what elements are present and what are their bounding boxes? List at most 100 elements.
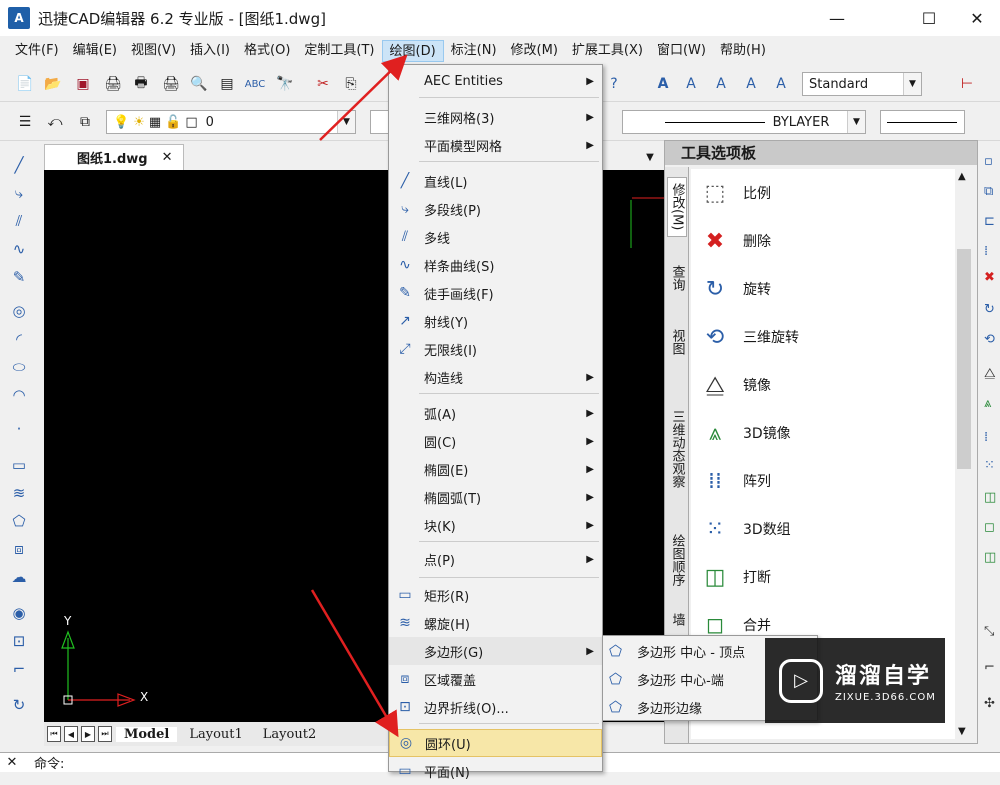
first-tab-icon[interactable]: ⏮ <box>47 726 61 742</box>
save-icon[interactable]: ▣ <box>72 73 94 95</box>
menu-item-3d-mesh[interactable]: 三维网格(3) ▶ <box>389 103 602 131</box>
donut-icon[interactable]: ◉ <box>8 602 30 624</box>
menu-item-circle[interactable]: 圆(C) ▶ <box>389 427 602 455</box>
copy-object-icon[interactable]: ⧉ <box>984 184 993 199</box>
tab-draw-order[interactable]: 绘图顺序 <box>667 525 687 595</box>
tab-layout1[interactable]: Layout1 <box>181 727 250 742</box>
text-style-icon[interactable]: A <box>652 73 674 95</box>
fillet-icon[interactable]: ⌐ <box>984 660 995 675</box>
menu-help[interactable]: 帮助(H) <box>713 40 773 62</box>
polyline-icon[interactable]: ⤷ <box>8 182 30 204</box>
maximize-button[interactable]: ☐ <box>906 0 952 36</box>
plot-icon[interactable]: 🖶 <box>130 73 152 95</box>
tab-model[interactable]: Model <box>116 726 178 742</box>
menu-item-ray[interactable]: ↗ 射线(Y) <box>389 307 602 335</box>
stretch-icon[interactable]: ⤡ <box>984 624 994 639</box>
erase-icon[interactable]: ▫ <box>984 154 993 169</box>
tab-wall[interactable]: 墙 <box>667 607 687 631</box>
palette-item-break[interactable]: ◫ 打断 <box>695 557 945 597</box>
layer-select[interactable]: 💡 ☀ ▦ 🔓 □ 0 ▼ <box>106 110 356 134</box>
menu-edit[interactable]: 编辑(E) <box>66 40 124 62</box>
join-icon[interactable]: ◻ <box>984 520 995 535</box>
menu-modify[interactable]: 修改(M) <box>504 40 565 62</box>
mirror-icon[interactable]: ⧋ <box>984 366 996 381</box>
palette-scrollbar[interactable]: ▲ ▼ <box>955 169 973 739</box>
menu-item-line[interactable]: ╱ 直线(L) <box>389 167 602 195</box>
color-select[interactable] <box>370 110 390 134</box>
palette-item-rotate3d[interactable]: ⟲ 三维旋转 <box>695 317 945 357</box>
menu-item-helix[interactable]: ≋ 螺旋(H) <box>389 609 602 637</box>
tab-layout2[interactable]: Layout2 <box>255 727 324 742</box>
menu-item-construction-line[interactable]: 构造线 ▶ <box>389 363 602 391</box>
menu-item-planar-mesh[interactable]: 平面模型网格 ▶ <box>389 131 602 159</box>
publish-icon[interactable]: ▤ <box>216 73 238 95</box>
find-text-icon[interactable]: A <box>770 73 792 95</box>
lineweight-select[interactable] <box>880 110 965 134</box>
dimension-icon[interactable]: ⊢ <box>956 73 978 95</box>
close-button[interactable]: ✕ <box>954 0 1000 36</box>
scroll-up-icon[interactable]: ▲ <box>958 171 966 182</box>
print-preview-icon[interactable]: 🖨 <box>160 73 182 95</box>
menu-custom-tools[interactable]: 定制工具(T) <box>297 40 381 62</box>
menu-item-aec-entities[interactable]: AEC Entities ▶ <box>389 67 602 95</box>
menu-item-boundary[interactable]: ⊡ 边界折线(O)... <box>389 693 602 721</box>
menu-item-ellipse-arc[interactable]: 椭圆弧(T) ▶ <box>389 483 602 511</box>
document-tab[interactable]: 图纸1.dwg ✕ <box>44 144 184 170</box>
new-file-icon[interactable]: 📄 <box>14 73 36 95</box>
text-style-select[interactable]: Standard ▼ <box>802 72 922 96</box>
last-tab-icon[interactable]: ⏭ <box>98 726 112 742</box>
spell-check-icon[interactable]: ABC <box>244 73 266 95</box>
close-command-icon[interactable]: ✕ <box>0 755 24 770</box>
linetype-select[interactable]: BYLAYER ▼ <box>622 110 866 134</box>
spline-icon[interactable]: ∿ <box>8 238 30 260</box>
menu-window[interactable]: 窗口(W) <box>650 40 713 62</box>
text-icon[interactable]: A <box>680 73 702 95</box>
palette-item-rotate[interactable]: ↻ 旋转 <box>695 269 945 309</box>
layer-manager-icon[interactable]: ☰ <box>14 111 36 133</box>
menu-extend-tools[interactable]: 扩展工具(X) <box>565 40 650 62</box>
arc-icon[interactable]: ◜ <box>8 328 30 350</box>
helix-icon[interactable]: ≋ <box>8 482 30 504</box>
layer-states-icon[interactable]: ⧉ <box>74 111 96 133</box>
cut-icon[interactable]: ✂ <box>312 73 334 95</box>
array-rect-icon[interactable]: ⁞ <box>984 244 988 259</box>
menu-item-multiline[interactable]: ⫽ 多线 <box>389 223 602 251</box>
refresh-icon[interactable]: ↻ <box>8 694 30 716</box>
menu-item-point[interactable]: 点(P) ▶ <box>389 545 602 573</box>
palette-item-delete[interactable]: ✖ 删除 <box>695 221 945 261</box>
multiline-icon[interactable]: ⫽ <box>8 210 30 232</box>
layer-previous-icon[interactable]: ⤺ <box>44 111 66 133</box>
multiline-text-icon[interactable]: A <box>710 73 732 95</box>
break-icon[interactable]: ◫ <box>984 490 996 505</box>
help-icon[interactable]: ? <box>603 73 625 95</box>
minimize-button[interactable]: — <box>814 0 860 36</box>
line-icon[interactable]: ╱ <box>8 154 30 176</box>
polygon-icon[interactable]: ⬠ <box>8 510 30 532</box>
menu-item-ellipse[interactable]: 椭圆(E) ▶ <box>389 455 602 483</box>
freehand-icon[interactable]: ✎ <box>8 266 30 288</box>
menu-item-wipeout[interactable]: ⧈ 区域覆盖 <box>389 665 602 693</box>
scroll-thumb[interactable] <box>957 249 971 469</box>
open-file-icon[interactable]: 📂 <box>42 73 64 95</box>
tab-modify[interactable]: 修改(M) <box>667 177 687 237</box>
delete-icon[interactable]: ✖ <box>984 270 995 285</box>
menu-item-donut[interactable]: ◎ 圆环(U) <box>389 729 602 757</box>
next-tab-icon[interactable]: ▶ <box>81 726 95 742</box>
rotate-icon[interactable]: ↻ <box>984 302 995 317</box>
prev-tab-icon[interactable]: ◀ <box>64 726 78 742</box>
revcloud-icon[interactable]: ☁ <box>8 566 30 588</box>
array-icon[interactable]: ⁞ <box>984 430 988 445</box>
fillet-icon[interactable]: ⌐ <box>8 658 30 680</box>
wipeout-icon[interactable]: ⧈ <box>8 538 30 560</box>
rectangle-icon[interactable]: ▭ <box>8 454 30 476</box>
menu-file[interactable]: 文件(F) <box>8 40 66 62</box>
point-icon[interactable]: · <box>8 418 30 440</box>
copy-icon[interactable]: ⎘ <box>340 73 362 95</box>
ellipse-arc-icon[interactable]: ◠ <box>8 384 30 406</box>
rotate3d-icon[interactable]: ⟲ <box>984 332 995 347</box>
print-icon[interactable]: 🖨 <box>102 73 124 95</box>
menu-item-polyline[interactable]: ⤷ 多段线(P) <box>389 195 602 223</box>
circle-icon[interactable]: ◎ <box>8 300 30 322</box>
palette-item-scale[interactable]: ⬚ 比例 <box>695 173 945 213</box>
menu-dimension[interactable]: 标注(N) <box>444 40 504 62</box>
